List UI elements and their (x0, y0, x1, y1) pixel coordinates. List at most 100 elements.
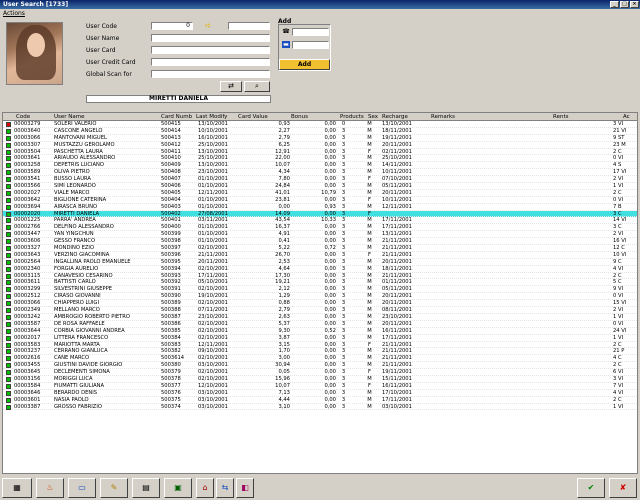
table-row[interactable]: 00003299 SILVESTRINI GIUSEPPE 500391 02/10/… (3, 286, 637, 294)
table-row[interactable]: 00003694 AIRASCA BRUNO 500403 01/10/2001 0,0… (3, 204, 637, 211)
table-row[interactable]: 00003258 DEPETRIS LUCIANO 500409 13/10/2001… (3, 162, 637, 170)
table-row[interactable]: 00003611 BATTISTI CARLO 500392 05/10/2001 19… (3, 279, 637, 287)
transfer-button[interactable]: ⇆ (216, 478, 234, 498)
cell-code: 00003258 (14, 162, 41, 169)
table-row[interactable]: 00002017 LITTERA FRANCESCO 500384 02/10/200… (3, 334, 637, 342)
close-button[interactable]: × (630, 1, 639, 8)
table-row[interactable]: 00002349 MELLANO MARCO 500388 07/11/2001 2,7… (3, 307, 637, 314)
table-row[interactable]: 00003237 CERRANO GIANLUCA 500382 09/10/2001… (3, 348, 637, 356)
table-row[interactable]: 00002564 INGALLINA PAOLO EMANUELE 500395 20… (3, 259, 637, 266)
status-marker-icon (6, 204, 11, 210)
table-row[interactable]: 00003066 CHIAPPERO LUIGI 500389 02/10/2001 0… (3, 300, 637, 308)
cell-bonus: 0,00 (324, 251, 336, 258)
status-marker-icon (6, 308, 11, 314)
table-row[interactable]: 00003584 FIUMATTI GIULIANA 500377 12/10/200… (3, 383, 637, 390)
grid-view-button[interactable]: ▦ (2, 478, 32, 498)
header-code[interactable]: Code (16, 113, 30, 121)
user-code-input-2[interactable] (228, 22, 270, 30)
add-button[interactable]: Add (279, 59, 330, 70)
table-row[interactable]: 00003541 BUSSO LAURA 500407 01/10/2001 7,80 0… (3, 176, 637, 184)
picture-button[interactable]: ▣ (164, 478, 192, 498)
header-recharge[interactable]: Recharge (382, 113, 408, 121)
table-row[interactable]: 00002766 DELFINO ALESSANDRO 500400 01/10/20… (3, 224, 637, 232)
user-code-input[interactable]: 0 (151, 22, 193, 30)
in-button[interactable]: ⌂ (196, 478, 214, 498)
table-row[interactable]: 00002027 VIALE MARCO 500405 12/11/2001 41,01… (3, 190, 637, 197)
table-row[interactable]: 00003156 MORIGGI LUCA 500378 02/10/2001 15,9… (3, 376, 637, 383)
minimize-button[interactable]: _ (610, 1, 619, 8)
delete-button[interactable]: ♨ (36, 478, 64, 498)
erase-button[interactable]: ◧ (236, 478, 254, 498)
header-last-modify[interactable]: Last Modify (196, 113, 227, 121)
header-rents[interactable]: Rents (553, 113, 568, 121)
cell-value: 2,12 (278, 286, 290, 293)
table-row[interactable]: 00001225 PARRA' ANDREA 500401 03/11/2001 43,… (3, 217, 637, 225)
cell-rents: 14 VI (613, 217, 627, 224)
table-row[interactable]: 00003601 NASIA PAOLO 500375 03/10/2001 4,44 0… (3, 397, 637, 404)
cell-value: 12,91 (275, 148, 290, 155)
refresh-button[interactable]: ⇄ (220, 81, 242, 92)
cell-date: 23/10/2001 (198, 169, 228, 176)
global-scan-input[interactable] (151, 70, 270, 78)
cancel-button[interactable]: ✘ (609, 478, 637, 498)
user-name-input[interactable] (151, 34, 270, 42)
header-card-value[interactable]: Card Value (238, 113, 268, 121)
cell-prod: 3 (341, 334, 346, 341)
header-card-numb[interactable]: Card Numb (161, 113, 192, 121)
table-row[interactable]: 00002512 CIRASO GIOVANNI 500390 19/10/2001 1… (3, 293, 637, 301)
header-ac[interactable]: Ac (623, 113, 630, 121)
maximize-button[interactable]: □ (620, 1, 629, 8)
cell-code: 00002349 (14, 307, 41, 314)
cell-name: CERRANO GIANLUCA (54, 348, 108, 355)
user-credit-card-input[interactable] (151, 58, 270, 66)
cell-name: BERARDO DENIS (54, 389, 98, 396)
table-row[interactable]: 00003327 MONDINO EZIO 500397 02/10/2001 5,22… (3, 245, 637, 252)
card-button[interactable]: ▭ (68, 478, 96, 498)
table-row[interactable]: 00002616 CANE MARCO 5003614 02/10/2001 3,00 0… (3, 355, 637, 363)
table-row[interactable]: 00003583 MARIOTTA MARTA 500383 12/11/2001 3,… (3, 342, 637, 349)
table-row[interactable]: 00003606 GESSO FRANCO 500398 01/10/2001 0,41… (3, 238, 637, 246)
table-row[interactable]: 00003642 BIGLIONE CATERINA 500404 01/10/200… (3, 197, 637, 204)
cancel-icon: ✘ (619, 483, 627, 492)
window-title: User Search [1733] (3, 1, 69, 8)
table-row[interactable]: 00003504 PASCHETTA LAURA 500411 13/10/2001 1… (3, 148, 637, 156)
header-user-name[interactable]: User Name (54, 113, 85, 121)
table-row[interactable]: 00003242 AMBROGIO ROBERTO PIETRO 500387 23/… (3, 314, 637, 321)
table-row[interactable]: 00003447 YAN YINGCHUN 500399 01/10/2001 4,91… (3, 231, 637, 239)
table-row[interactable]: 00003645 DECLEMENTI SIMONA 500379 02/10/200… (3, 369, 637, 376)
table-row[interactable]: 00003279 SOLERI VALERIO 500415 13/10/2001 0,… (3, 121, 637, 128)
edit-button[interactable]: ✎ (100, 478, 128, 498)
add-phone-input[interactable] (292, 28, 329, 36)
table-row[interactable]: 00003643 VERZINO GIACOMINA 500396 21/11/200… (3, 251, 637, 259)
table-row[interactable]: 00003646 BERARDO DENIS 500376 03/10/2001 7,1… (3, 389, 637, 397)
cell-prod: 3 (341, 183, 346, 190)
table-row[interactable]: 00003589 OLIVA PIETRO 500408 23/10/2001 4,34… (3, 169, 637, 177)
table-row[interactable]: 00002020 MIRETTI DANIELA 500402 27/08/2001 1… (3, 210, 637, 218)
header-sex[interactable]: Sex (368, 113, 378, 121)
user-card-input[interactable] (151, 46, 270, 54)
table-row[interactable]: 00003455 GIUSTINI DAVIDE GIORGIO 500380 03/… (3, 362, 637, 370)
header-remarks[interactable]: Remarks (431, 113, 455, 121)
arrow-right-icon[interactable]: ➪ (205, 22, 212, 30)
header-bonus[interactable]: Bonus (291, 113, 308, 121)
document-button[interactable]: ▤ (132, 478, 160, 498)
menu-actions[interactable]: Actions (3, 10, 25, 17)
table-row[interactable]: 00003307 MUSTAZZU GEROLAMO 500412 25/10/200… (3, 141, 637, 149)
confirm-button[interactable]: ✔ (577, 478, 605, 498)
table-row[interactable]: 00003640 CASCONE ANGELO 500414 10/10/2001 2,… (3, 128, 637, 135)
add-mobile-input[interactable] (292, 41, 329, 49)
table-row[interactable]: 00003387 GROSSO FABRIZIO 500374 03/10/2001 3… (3, 404, 637, 411)
table-row[interactable]: 00003644 CORBIA GIOVANNI ANDREA 500385 02/1… (3, 328, 637, 335)
search-button[interactable]: ⌕ (244, 81, 270, 92)
table-row[interactable]: 00003641 ARIAUDO ALESSANDRO 500410 25/10/20… (3, 155, 637, 163)
cell-rec: 21/11/2001 (382, 355, 412, 362)
cell-date: 13/10/2001 (198, 121, 228, 127)
table-row[interactable]: 00003566 SIMI LEONARDO 500406 01/10/2001 24,… (3, 183, 637, 190)
table-row[interactable]: 00002340 FORGIA AURELIO 500394 02/10/2001 4,… (3, 266, 637, 273)
header-products[interactable]: Products (340, 113, 364, 121)
table-row[interactable]: 00003066 MANTOVANI MIGUEL 500413 16/10/2001… (3, 135, 637, 142)
cell-card: 500412 (161, 141, 181, 148)
table-row[interactable]: 00003587 DE ROSA RAFFAELE 500386 02/10/2001… (3, 321, 637, 328)
table-row[interactable]: 00003115 CANAVESIO CESARINO 500393 17/11/20… (3, 273, 637, 280)
users-grid[interactable]: Code User Name Card Numb Last Modify Car… (2, 112, 638, 474)
